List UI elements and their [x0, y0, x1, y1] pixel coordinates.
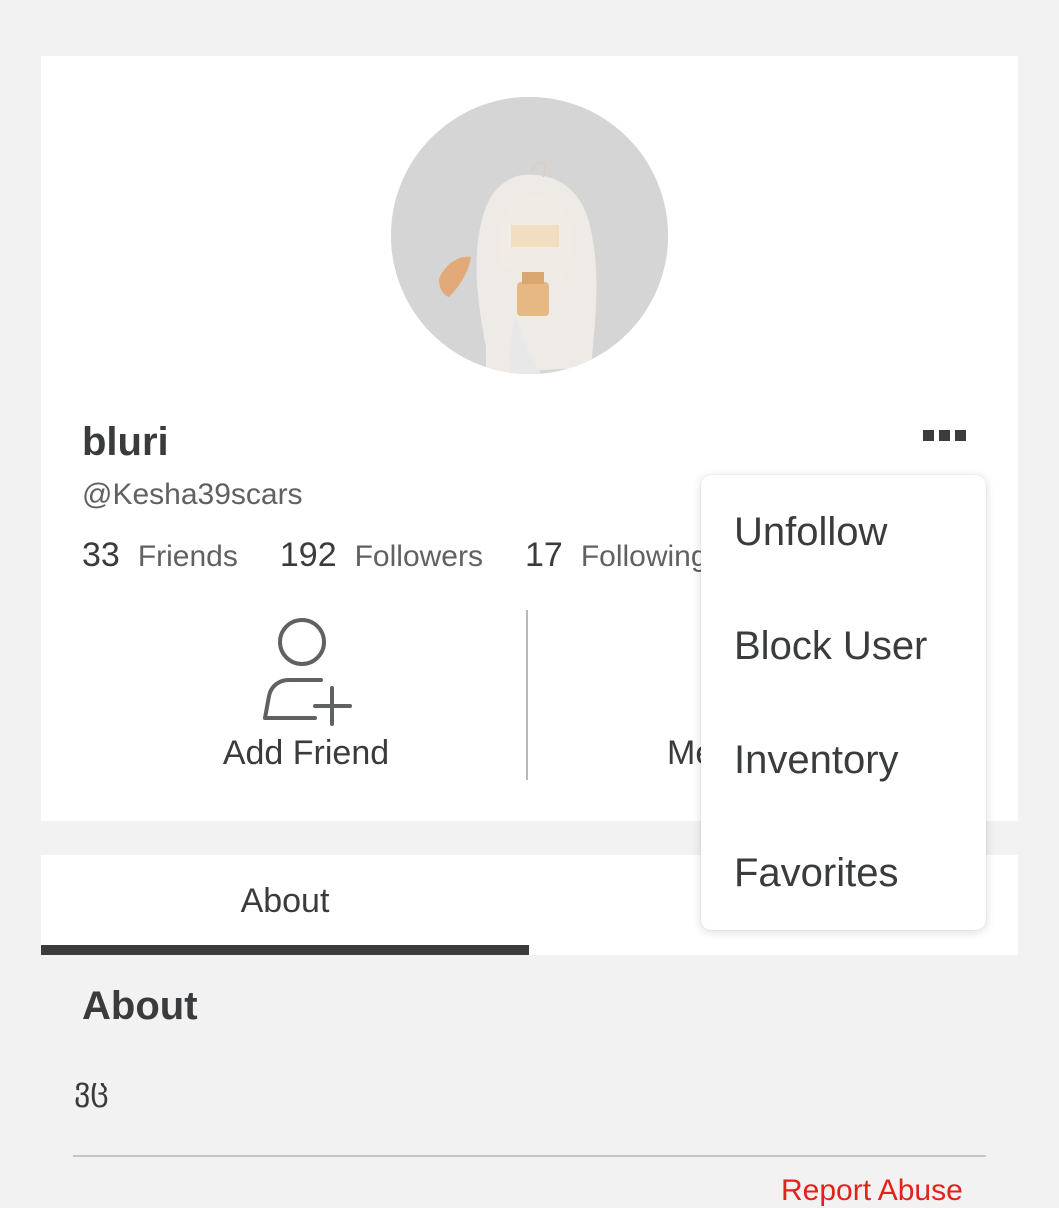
menu-item-inventory[interactable]: Inventory	[701, 703, 986, 817]
avatar	[391, 97, 668, 374]
about-text: ვც	[74, 1070, 109, 1108]
action-divider	[526, 610, 528, 780]
followers-label: Followers	[354, 540, 483, 573]
about-heading: About	[82, 984, 198, 1028]
add-friend-button[interactable]: Add Friend	[181, 616, 431, 776]
more-options-button[interactable]	[917, 422, 971, 448]
followers-count: 192	[279, 536, 337, 574]
friends-stat[interactable]: 33 Friends	[82, 536, 238, 575]
report-abuse-link[interactable]: Report Abuse	[781, 1174, 963, 1208]
friends-label: Friends	[137, 540, 238, 573]
tab-about[interactable]: About	[41, 855, 529, 947]
friends-count: 33	[82, 536, 120, 574]
following-stat[interactable]: 17 Following	[525, 536, 708, 575]
more-options-menu: Unfollow Block User Inventory Favorites	[701, 475, 986, 930]
following-count: 17	[524, 536, 563, 574]
menu-item-block-user[interactable]: Block User	[701, 589, 986, 703]
active-tab-indicator	[41, 945, 529, 955]
menu-item-favorites[interactable]: Favorites	[701, 816, 986, 930]
more-dots-icon	[922, 429, 934, 441]
menu-item-unfollow[interactable]: Unfollow	[701, 475, 986, 589]
followers-stat[interactable]: 192 Followers	[280, 536, 483, 575]
display-name: bluri	[82, 420, 169, 464]
profile-stats: 33 Friends 192 Followers 17 Following	[82, 536, 750, 575]
add-friend-icon	[263, 618, 352, 726]
add-friend-label: Add Friend	[222, 734, 390, 772]
more-dots-icon	[954, 429, 966, 441]
following-label: Following	[580, 540, 708, 573]
more-dots-icon	[938, 429, 950, 441]
username: @Kesha39scars	[82, 478, 303, 511]
about-divider	[73, 1155, 986, 1157]
